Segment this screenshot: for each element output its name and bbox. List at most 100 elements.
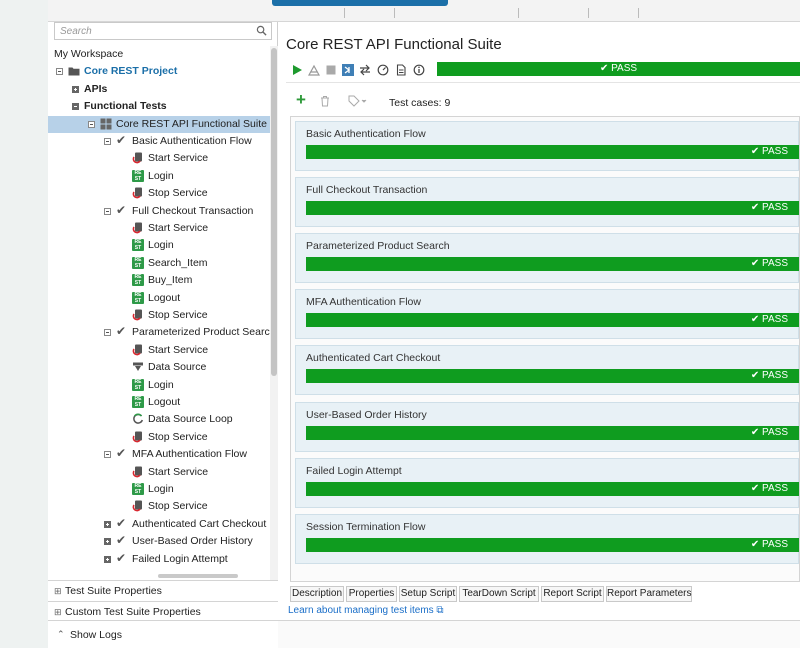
learn-link[interactable]: Learn about managing test items ⧉ — [288, 605, 444, 616]
tree-item-test-step[interactable]: RE ST Buy_Item — [48, 272, 270, 289]
tree-item-label: Login — [148, 239, 174, 252]
show-logs-button[interactable]: ⌃ Show Logs — [48, 620, 278, 648]
tree-item-label: Start Service — [148, 152, 209, 165]
test-case-card[interactable]: User-Based Order History ✔ PASS — [295, 401, 799, 452]
test-case-card[interactable]: Session Termination Flow ✔ PASS — [295, 513, 799, 564]
info-icon[interactable] — [413, 64, 425, 76]
test-suite-icon — [100, 118, 112, 130]
check-icon: ✔ — [116, 202, 127, 217]
tree-item-test-case[interactable]: ✔ Parameterized Product Search — [48, 324, 270, 341]
tab-report-parameters[interactable]: Report Parameters — [606, 586, 692, 602]
collapse-icon[interactable] — [72, 103, 79, 111]
virtual-service-icon — [132, 344, 142, 356]
tab-setup-script[interactable]: Setup Script — [399, 586, 457, 602]
test-case-name: Failed Login Attempt — [306, 464, 402, 477]
pass-status: ✔ PASS — [750, 370, 788, 382]
tree-item-test-step[interactable]: Start Service — [48, 342, 270, 359]
tree-item-label: Logout — [148, 291, 181, 304]
tree-scrollbar[interactable] — [270, 46, 278, 598]
tree-item-test-step[interactable]: RE ST Login — [48, 481, 270, 498]
tree-item-test-case[interactable]: ✔ Failed Login Attempt — [48, 551, 270, 568]
tree-item-test-step[interactable]: Start Service — [48, 464, 270, 481]
folder-icon — [68, 67, 80, 76]
tab-report-script[interactable]: Report Script — [541, 586, 604, 602]
tree-item-label: My Workspace — [54, 48, 124, 60]
tree-horizontal-scrollbar[interactable] — [158, 574, 238, 578]
trash-icon[interactable] — [320, 95, 330, 107]
tree-item-test-step[interactable]: Stop Service — [48, 498, 270, 515]
switch-icon[interactable] — [359, 64, 371, 76]
expand-icon[interactable] — [104, 555, 111, 563]
test-case-status-bar: ✔ PASS — [306, 425, 799, 440]
tree-item-test-step[interactable]: RE ST Logout — [48, 394, 270, 411]
tree-scrollbar-thumb[interactable] — [271, 48, 277, 376]
tree-item-test-case[interactable]: ✔ Authenticated Cart Checkout — [48, 516, 270, 533]
gauge-icon[interactable] — [377, 64, 389, 76]
tag-dropdown-icon[interactable] — [348, 95, 368, 107]
rest-step-icon: RE ST — [132, 256, 144, 269]
tree-item-functional-tests[interactable]: Functional Tests — [48, 98, 270, 115]
virtual-service-icon — [132, 309, 142, 321]
collapse-icon[interactable] — [104, 451, 111, 459]
tree-item-test-step[interactable]: Data Source — [48, 359, 270, 376]
test-case-card[interactable]: Full Checkout Transaction ✔ PASS — [295, 177, 799, 228]
tree-item-label: Full Checkout Transaction — [132, 204, 254, 217]
test-case-name: Session Termination Flow — [306, 520, 426, 533]
expand-icon[interactable] — [72, 85, 79, 93]
tree-item-test-step[interactable]: Stop Service — [48, 185, 270, 202]
test-case-card[interactable]: MFA Authentication Flow ✔ PASS — [295, 289, 799, 340]
add-test-case-icon[interactable]: + — [296, 91, 306, 108]
tab-description[interactable]: Description — [290, 586, 344, 602]
tree-item-test-step[interactable]: Start Service — [48, 150, 270, 167]
step-mode-icon[interactable] — [342, 64, 354, 76]
test-case-status-bar: ✔ PASS — [306, 257, 799, 272]
tree-item-test-step[interactable]: Stop Service — [48, 429, 270, 446]
navigator-panel: Search My Workspace Core REST Project APIs… — [48, 22, 278, 648]
tree-item-test-step[interactable]: Stop Service — [48, 307, 270, 324]
active-tab-indicator[interactable] — [272, 0, 448, 6]
tab-teardown-script[interactable]: TearDown Script — [459, 586, 539, 602]
virtual-service-icon — [132, 500, 142, 512]
tab-properties[interactable]: Properties — [346, 586, 397, 602]
test-case-status-bar: ✔ PASS — [306, 537, 799, 552]
tree-item-test-step[interactable]: Data Source Loop — [48, 411, 270, 428]
test-case-card[interactable]: Parameterized Product Search ✔ PASS — [295, 233, 799, 284]
tree-workspace[interactable]: My Workspace — [48, 46, 270, 63]
search-icon[interactable] — [256, 25, 267, 36]
test-case-card[interactable]: Authenticated Cart Checkout ✔ PASS — [295, 345, 799, 396]
tree-item-test-step[interactable]: RE ST Login — [48, 168, 270, 185]
tree-item-test-case[interactable]: ✔ Full Checkout Transaction — [48, 203, 270, 220]
tree-item-project[interactable]: Core REST Project — [48, 63, 270, 80]
show-logs-label: Show Logs — [70, 629, 122, 641]
test-suite-properties-section[interactable]: ⊞ Test Suite Properties — [48, 580, 278, 601]
tree-item-label: Start Service — [148, 222, 209, 234]
tree-item-test-case[interactable]: ✔ MFA Authentication Flow — [48, 446, 270, 463]
collapse-icon[interactable] — [104, 329, 111, 337]
tree-item-test-step[interactable]: RE ST Logout — [48, 290, 270, 307]
collapse-icon[interactable] — [104, 138, 111, 145]
virtual-service-icon — [132, 222, 142, 234]
tree-item-test-step[interactable]: RE ST Login — [48, 237, 270, 254]
search-input[interactable]: Search — [54, 22, 272, 40]
stop-icon[interactable] — [325, 64, 337, 76]
project-tree: My Workspace Core REST Project APIs Functio… — [48, 46, 270, 598]
tree-item-apis[interactable]: APIs — [48, 81, 270, 98]
run-icon[interactable] — [291, 64, 303, 76]
tree-item-test-step[interactable]: RE ST Login — [48, 377, 270, 394]
tree-item-test-case[interactable]: ✔ Basic Authentication Flow — [48, 133, 270, 150]
tree-item-test-step[interactable]: RE ST Search_Item — [48, 255, 270, 272]
expand-icon[interactable] — [104, 538, 111, 546]
tree-item-test-case[interactable]: ✔ User-Based Order History — [48, 533, 270, 550]
custom-test-suite-properties-section[interactable]: ⊞ Custom Test Suite Properties — [48, 601, 278, 622]
tree-item-test-step[interactable]: Start Service — [48, 220, 270, 237]
collapse-icon[interactable] — [56, 68, 63, 76]
expand-icon[interactable] — [104, 520, 111, 528]
test-case-card[interactable]: Basic Authentication Flow ✔ PASS — [295, 121, 799, 171]
tree-item-suite[interactable]: Core REST API Functional Suite — [48, 115, 270, 133]
test-case-name: Parameterized Product Search — [306, 240, 450, 253]
load-test-icon[interactable] — [308, 64, 320, 76]
test-case-card[interactable]: Failed Login Attempt ✔ PASS — [295, 457, 799, 508]
collapse-icon[interactable] — [104, 207, 111, 215]
collapse-icon[interactable] — [88, 120, 95, 128]
report-icon[interactable] — [395, 64, 407, 76]
